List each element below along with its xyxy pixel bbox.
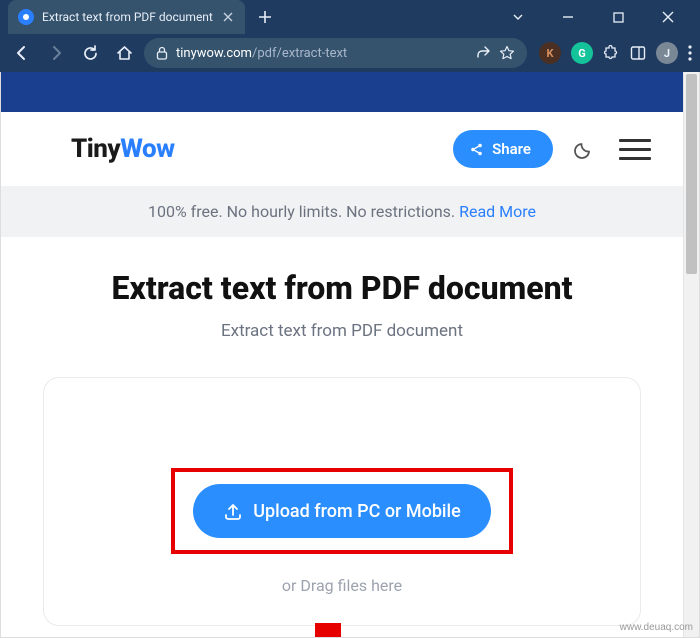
address-bar[interactable]: tinywow.com/pdf/extract-text [144,38,527,68]
annotation-highlight-box: Upload from PC or Mobile [171,468,513,554]
extension-g-icon[interactable]: G [571,42,593,64]
dark-mode-button[interactable] [565,130,603,168]
bookmark-star-icon[interactable] [499,45,515,61]
share-url-icon[interactable] [475,45,491,61]
share-icon [469,142,484,157]
close-tab-icon[interactable] [221,10,235,24]
reload-button[interactable] [76,39,104,67]
minimize-button[interactable] [554,3,582,31]
maximize-button[interactable] [604,3,632,31]
new-tab-button[interactable] [251,3,279,31]
page-title: Extract text from PDF document [29,269,655,307]
scrollbar-track[interactable]: ▲ [683,72,699,637]
site-logo[interactable]: TinyWow [71,134,175,164]
tab-title: Extract text from PDF document [42,10,213,24]
tab-favicon [18,9,34,25]
main-content: Extract text from PDF document Extract t… [1,237,683,626]
extension-k-icon[interactable]: K [539,42,561,64]
forward-button[interactable] [42,39,70,67]
window-dropdown-icon[interactable] [504,3,532,31]
share-label: Share [492,140,531,158]
annotation-arrow-icon [288,618,368,638]
upload-button[interactable]: Upload from PC or Mobile [193,484,491,538]
url-text: tinywow.com/pdf/extract-text [176,46,467,61]
window-controls [504,3,700,31]
upload-card: Upload from PC or Mobile or Drag files h… [43,377,641,626]
profile-avatar[interactable]: J [656,42,678,64]
browser-tab[interactable]: Extract text from PDF document [8,0,245,34]
page-subtitle: Extract text from PDF document [29,321,655,341]
extensions-puzzle-icon[interactable] [603,45,620,62]
side-panel-icon[interactable] [630,45,646,61]
drag-hint-text: or Drag files here [64,576,620,595]
info-banner: 100% free. No hourly limits. No restrict… [1,186,683,237]
home-button[interactable] [110,39,138,67]
browser-viewport: ▲ TinyWow Share 100% free. No hourly lim… [0,72,700,638]
banner-text: 100% free. No hourly limits. No restrict… [148,202,459,221]
chrome-menu-icon[interactable] [688,45,692,61]
site-header: TinyWow Share [1,112,683,186]
lock-icon [156,46,168,60]
upload-label: Upload from PC or Mobile [253,501,461,522]
back-button[interactable] [8,39,36,67]
window-titlebar: Extract text from PDF document [0,0,700,34]
menu-button[interactable] [615,130,655,168]
blue-header-band [1,72,683,112]
read-more-link[interactable]: Read More [459,202,536,221]
share-button[interactable]: Share [453,130,553,168]
scrollbar-thumb[interactable] [686,74,697,274]
browser-toolbar: tinywow.com/pdf/extract-text K G J [0,34,700,72]
close-window-button[interactable] [654,3,682,31]
extensions-area: K G J [533,42,692,64]
upload-icon [223,501,243,521]
watermark-text: www.deuaq.com [620,622,693,633]
